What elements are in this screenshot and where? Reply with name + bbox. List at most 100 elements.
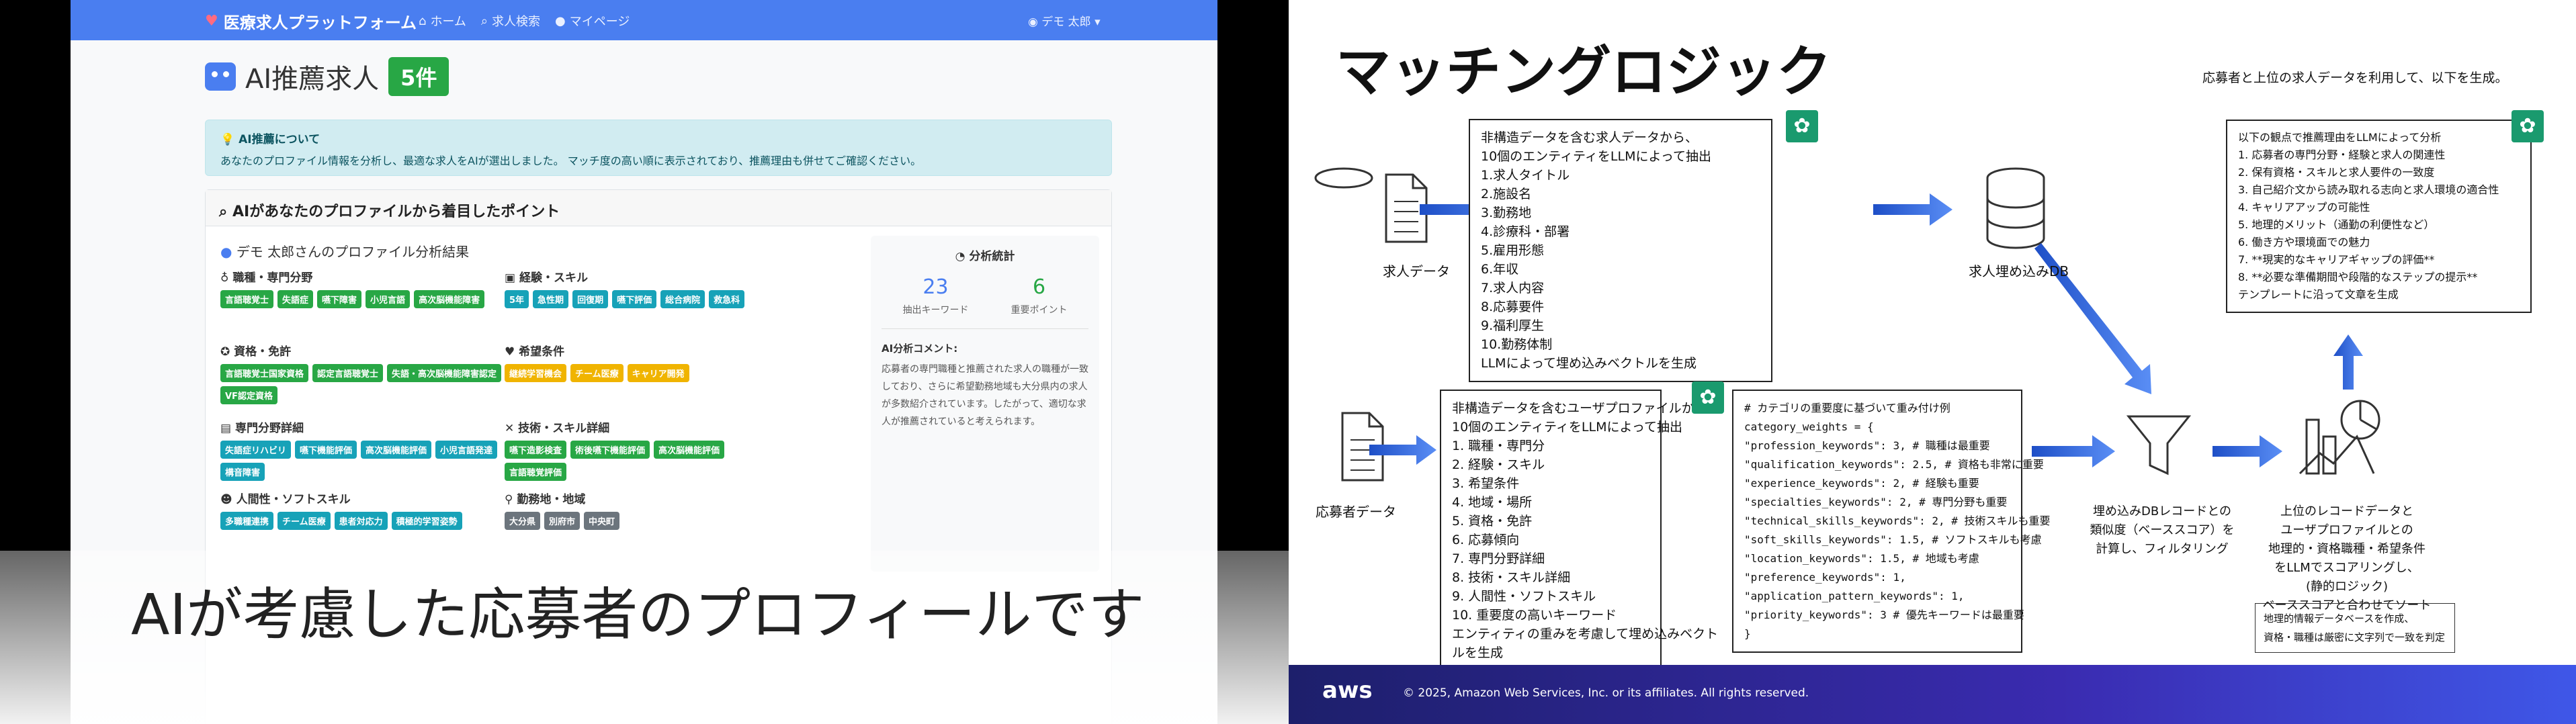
tag: 言語聴覚士国家資格 <box>220 364 309 382</box>
section-preference: ♥ 希望条件 継続学習機会 チーム医療 キャリア開発 <box>505 342 787 382</box>
openai-icon: ✿ <box>2511 110 2544 142</box>
user-menu[interactable]: ◉ デモ 太郎 ▾ <box>1028 12 1101 29</box>
tag: 大分県 <box>505 512 541 530</box>
tools-icon: ✕ <box>505 422 515 435</box>
geo-note: 地理的情報データベースを作成、 資格・職種は厳密に文字列で一致を判定 <box>2255 603 2455 653</box>
user-name: デモ 太郎 <box>1041 15 1091 29</box>
funnel-icon <box>2126 415 2192 476</box>
tag: 患者対応力 <box>334 512 388 530</box>
search-icon: ⌕ <box>480 13 488 28</box>
chart-pie-icon: ◔ <box>955 250 965 263</box>
section-location: ⚲ 勤務地・地域 大分県 別府市 中央町 <box>505 490 787 530</box>
section-qualification: ✪ 資格・免許 言語聴覚士国家資格 認定言語聴覚士 失語・高次脳機能障害認定 V… <box>220 342 503 404</box>
tag: 認定言語聴覚士 <box>312 364 384 382</box>
navbar: ♥ 医療求人プラットフォーム ⌂ ホーム ⌕ 求人検索 ● マイページ ◉ デモ 太郎… <box>71 0 1217 40</box>
heart-icon: ♥ <box>205 13 218 30</box>
tag: 失語症リハビリ <box>220 441 292 459</box>
section-technical-skill: ✕ 技術・スキル詳細 嚥下造影検査 術後嚥下機能評価 高次脳機能評価 言語聴覚評… <box>505 418 787 481</box>
robot-icon <box>205 62 236 91</box>
nav-job-search[interactable]: ⌕ 求人検索 <box>481 12 540 30</box>
tag: キャリア開発 <box>627 364 689 382</box>
tag: 嚥下障害 <box>317 290 362 308</box>
stat-keywords: 23 抽出キーワード <box>902 275 969 316</box>
db-label: 求人埋め込みDB <box>1969 263 2069 279</box>
count-badge: 5件 <box>388 57 449 96</box>
brand-link[interactable]: ♥ 医療求人プラットフォーム <box>205 9 417 33</box>
job-data-label: 求人データ <box>1383 263 1450 279</box>
lightbulb-icon: 💡 <box>220 133 235 146</box>
screen-root: ♥ 医療求人プラットフォーム ⌂ ホーム ⌕ 求人検索 ● マイページ ◉ デモ 太郎… <box>0 0 2576 724</box>
book-icon: ▤ <box>220 422 232 435</box>
tag: 失語症 <box>277 290 314 308</box>
tag: 中央町 <box>584 512 620 530</box>
tag: 小児言語発達 <box>435 441 498 459</box>
top-description: 応募者と上位の求人データを利用して、以下を生成。 <box>2202 71 2508 85</box>
card-header: ⌕ AIがあなたのプロファイルから着目したポイント <box>206 190 1111 226</box>
tag: 高次脳機能障害 <box>414 290 485 308</box>
openai-icon: ✿ <box>1786 110 1818 142</box>
briefcase-icon: ▣ <box>505 271 516 285</box>
filter-label: 埋め込みDBレコードとの 類似度（ベーススコア）を 計算し、フィルタリング <box>2090 504 2235 556</box>
alert-body: あなたのプロファイル情報を分析し、最適な求人をAIが選出しました。 マッチ度の高… <box>220 154 922 167</box>
tag: 構音障害 <box>220 463 265 481</box>
user-icon: ● <box>555 13 566 28</box>
certificate-icon: ✪ <box>220 345 230 359</box>
tag: 術後嚥下機能評価 <box>570 441 650 459</box>
section-profession: ♁ 職種・専門分野 言語聴覚士 失語症 嚥下障害 小児言語 高次脳機能障害 <box>220 268 503 308</box>
stethoscope-icon: ♁ <box>220 271 229 285</box>
tag: 5年 <box>505 290 529 308</box>
tag: 救急科 <box>709 290 745 308</box>
slide-footer: aws © 2025, Amazon Web Services, Inc. or… <box>1289 665 2576 724</box>
tag: 嚥下造影検査 <box>505 441 567 459</box>
tag: 多職種連携 <box>220 512 274 530</box>
tag: 嚥下機能評価 <box>295 441 357 459</box>
ai-comment: 応募者の専門職種と推薦された求人の職種が一致しており、さらに希望勤務地域も大分県… <box>882 364 1088 427</box>
weights-code-box: # カテゴリの重要度に基づいて重み付け例 category_weights = … <box>1732 390 2051 653</box>
openai-icon: ✿ <box>1692 381 1724 414</box>
nav-home[interactable]: ⌂ ホーム <box>419 12 466 30</box>
page-header: AI推薦求人 5件 <box>205 57 449 96</box>
tag: 積極的学習姿勢 <box>391 512 462 530</box>
user-circle-icon: ● <box>220 244 232 260</box>
chevron-down-icon: ▾ <box>1094 15 1101 29</box>
arrow <box>2032 435 2115 467</box>
profile-heading: ● デモ 太郎さんのプロファイル分析結果 <box>220 244 470 260</box>
browser-capture: ♥ 医療求人プラットフォーム ⌂ ホーム ⌕ 求人検索 ● マイページ ◉ デモ 太郎… <box>0 0 1289 724</box>
job-entity-box: 非構造データを含む求人データから、 10個のエンティティをLLMによって抽出 1… <box>1469 119 1772 382</box>
users-icon: ☻ <box>220 493 232 506</box>
alert-title: AI推薦について <box>239 133 320 146</box>
stat-points: 6 重要ポイント <box>1011 275 1068 316</box>
tag: 急性期 <box>533 290 569 308</box>
tag: 失語・高次脳機能障害認定 <box>387 364 502 382</box>
tag: 回復期 <box>572 290 609 308</box>
brand-name: 医療求人プラットフォーム <box>223 13 417 32</box>
nav-links: ⌂ ホーム ⌕ 求人検索 ● マイページ <box>419 12 630 30</box>
applicant-data-label: 応募者データ <box>1316 504 1396 520</box>
tag: 言語聴覚士 <box>220 290 274 308</box>
map-pin-icon: ⚲ <box>505 493 513 506</box>
info-alert: 💡 AI推薦について あなたのプロファイル情報を分析し、最適な求人をAIが選出し… <box>205 120 1112 176</box>
arrow <box>1873 193 1952 226</box>
card-title: AIがあなたのプロファイルから着目したポイント <box>232 203 560 220</box>
search-icon: ⌕ <box>219 203 228 220</box>
aws-logo: aws <box>1322 677 1373 704</box>
tag: 高次脳機能評価 <box>361 441 432 459</box>
heart-icon: ♥ <box>505 345 515 359</box>
database-icon <box>1314 167 1373 189</box>
arrow <box>2333 334 2363 390</box>
tag: 嚥下評価 <box>612 290 657 308</box>
section-soft-skill: ☻ 人間性・ソフトスキル 多職種連携 チーム医療 患者対応力 積極的学習姿勢 <box>220 490 503 530</box>
tag: 言語聴覚評価 <box>505 463 567 481</box>
page-title: AI推薦求人 <box>245 64 380 95</box>
tag: チーム医療 <box>277 512 331 530</box>
tag: チーム医療 <box>570 364 624 382</box>
ai-comment-title: AI分析コメント: <box>882 343 958 355</box>
analytics-icon <box>2299 400 2380 475</box>
database-icon <box>1986 167 2045 249</box>
home-icon: ⌂ <box>419 13 427 28</box>
scoring-label: 上位のレコードデータと ユーザプロファイルとの 地理的・資格職種・希望条件 をL… <box>2262 504 2432 613</box>
tag: 高次脳機能評価 <box>654 441 725 459</box>
tag: 継続学習機会 <box>505 364 567 382</box>
nav-mypage[interactable]: ● マイページ <box>555 12 630 30</box>
arrow <box>2213 435 2282 467</box>
